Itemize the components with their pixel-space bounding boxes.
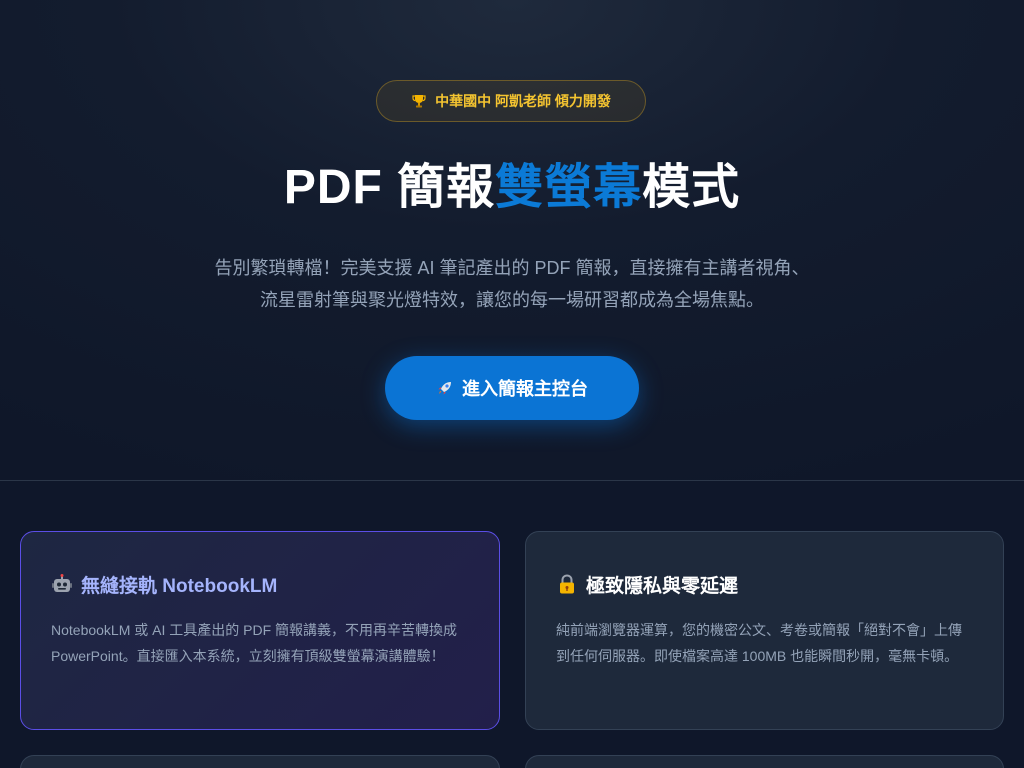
page-title: PDF 簡報雙螢幕模式 [0,156,1024,220]
features-section: 無縫接軌 NotebookLM NotebookLM 或 AI 工具產出的 PD… [0,481,1024,768]
feature-card-privacy: 極致隱私與零延遲 純前端瀏覽器運算，您的機密公文、考卷或簡報「絕對不會」上傳到任… [525,531,1004,730]
hero-subtitle: 告別繁瑣轉檔！完美支援 AI 筆記產出的 PDF 簡報，直接擁有主講者視角、 流… [0,252,1024,316]
badge-text: 中華國中 阿凱老師 傾力開發 [435,93,611,109]
title-part-1: PDF 簡報 [283,161,496,214]
cta-label: 進入簡報主控台 [462,379,588,399]
subtitle-line-2: 流星雷射筆與聚光燈特效，讓您的每一場研習都成為全場焦點。 [260,290,764,310]
subtitle-line-1: 告別繁瑣轉檔！完美支援 AI 筆記產出的 PDF 簡報，直接擁有主講者視角、 [214,258,810,278]
title-part-2: 模式 [642,161,741,214]
feature-card-partial [20,755,500,768]
landing-page: 中華國中 阿凱老師 傾力開發 PDF 簡報雙螢幕模式 告別繁瑣轉檔！完美支援 A… [0,0,1024,768]
title-accent: 雙螢幕 [495,161,643,214]
feature-title-text: 無縫接軌 NotebookLM [81,575,278,597]
feature-title: 極致隱私與零延遲 [556,570,973,598]
trophy-icon [412,95,426,108]
feature-card-partial [525,755,1004,768]
feature-description: 純前端瀏覽器運算，您的機密公文、考卷或簡報「絕對不會」上傳到任何伺服器。即使檔案… [556,622,962,664]
rocket-icon [438,382,451,395]
enter-console-button[interactable]: 進入簡報主控台 [385,356,639,420]
developer-badge: 中華國中 阿凱老師 傾力開發 [376,80,646,122]
feature-card-notebooklm: 無縫接軌 NotebookLM NotebookLM 或 AI 工具產出的 PD… [20,531,500,730]
hero-section: 中華國中 阿凱老師 傾力開發 PDF 簡報雙螢幕模式 告別繁瑣轉檔！完美支援 A… [0,0,1024,480]
feature-title-text: 極致隱私與零延遲 [586,575,739,597]
lock-icon [560,574,574,594]
robot-icon [52,574,72,592]
feature-title: 無縫接軌 NotebookLM [51,570,469,598]
feature-description: NotebookLM 或 AI 工具產出的 PDF 簡報講義，不用再辛苦轉換成 … [51,622,458,664]
